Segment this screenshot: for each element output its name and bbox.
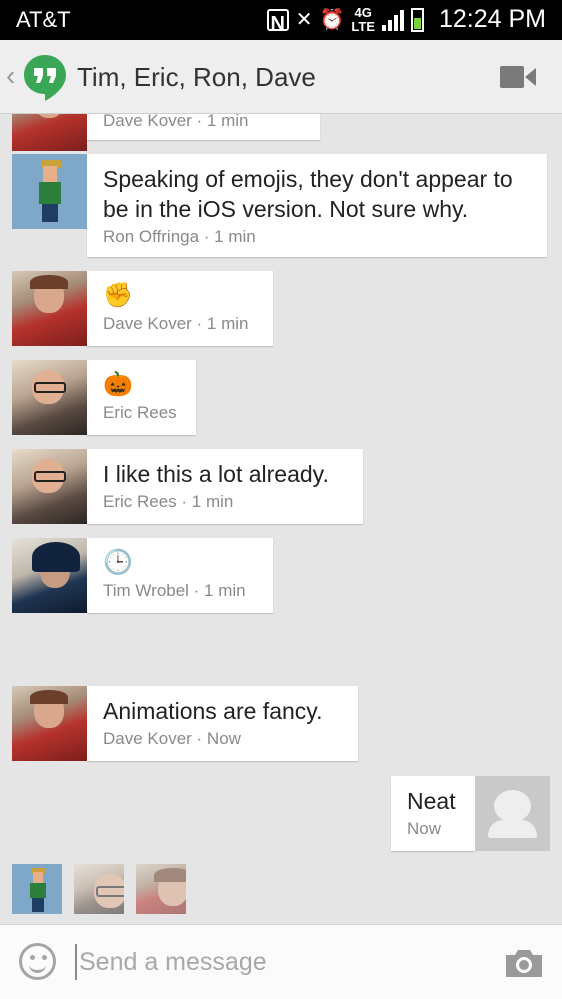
avatar[interactable] <box>12 449 87 524</box>
read-receipts <box>12 864 186 914</box>
compose-bar <box>0 924 562 999</box>
message-item: Animations are fancy. Dave Kover · Now <box>12 686 358 761</box>
avatar[interactable] <box>12 360 87 435</box>
alarm-icon: ⏰ <box>319 9 345 31</box>
message-bubble[interactable]: Speaking of emojis, they don't appear to… <box>87 154 547 257</box>
message-text: Neat <box>407 788 456 814</box>
message-bubble[interactable]: 🎃 Eric Rees <box>87 360 196 435</box>
message-item: Speaking of emojis, they don't appear to… <box>12 154 547 257</box>
message-item: 🎃 Eric Rees <box>12 360 196 435</box>
hangouts-logo[interactable] <box>22 53 68 103</box>
avatar[interactable] <box>12 114 87 151</box>
conversation-list[interactable]: Dave Kover · 1 min Speaking of emojis, t… <box>0 114 562 924</box>
signal-icon <box>382 9 404 31</box>
message-meta: Eric Rees <box>103 403 177 422</box>
battery-icon <box>411 8 424 32</box>
message-item: I like this a lot already. Eric Rees · 1… <box>12 449 363 524</box>
read-avatar-eric <box>74 864 124 914</box>
message-bubble[interactable]: Dave Kover · 1 min <box>87 114 320 140</box>
clock-emoji: 🕒 <box>103 549 133 576</box>
raised-fist-emoji: ✊ <box>103 282 133 309</box>
message-item-outgoing: Neat Now <box>391 776 550 851</box>
message-bubble[interactable]: ✊ Dave Kover · 1 min <box>87 271 273 346</box>
message-meta: Dave Kover · 1 min <box>103 314 249 333</box>
conversation-title[interactable]: Tim, Eric, Ron, Dave <box>77 62 316 93</box>
message-bubble[interactable]: 🕒 Tim Wrobel · 1 min <box>87 538 273 613</box>
message-bubble[interactable]: Animations are fancy. Dave Kover · Now <box>87 686 358 761</box>
message-meta: Now <box>407 819 442 838</box>
message-bubble[interactable]: Neat Now <box>391 776 475 851</box>
mute-icon: ✕ <box>295 9 313 31</box>
lte-icon: 4G LTE <box>351 5 375 34</box>
status-bar: AT&T N ✕ ⏰ 4G LTE 12:24 PM <box>0 0 562 40</box>
clock: 12:24 PM <box>438 5 546 33</box>
emoji-picker-icon[interactable] <box>19 943 56 980</box>
message-bubble[interactable]: I like this a lot already. Eric Rees · 1… <box>87 449 363 524</box>
action-bar: ‹ Tim, Eric, Ron, Dave <box>0 40 562 114</box>
back-icon[interactable]: ‹ <box>6 60 15 92</box>
my-avatar[interactable] <box>475 776 550 851</box>
avatar[interactable] <box>12 538 87 613</box>
avatar[interactable] <box>12 686 87 761</box>
message-meta: Dave Kover · 1 min <box>103 114 249 130</box>
read-avatar-dave <box>136 864 186 914</box>
message-meta: Eric Rees · 1 min <box>103 492 234 511</box>
message-text: Animations are fancy. <box>103 698 323 724</box>
message-meta: Tim Wrobel · 1 min <box>103 581 246 600</box>
jack-o-lantern-emoji: 🎃 <box>103 371 133 398</box>
avatar[interactable] <box>12 271 87 346</box>
message-item: 🕒 Tim Wrobel · 1 min <box>12 538 273 613</box>
message-item: ✊ Dave Kover · 1 min <box>12 271 273 346</box>
message-text: Speaking of emojis, they don't appear to… <box>103 166 513 222</box>
message-meta: Ron Offringa · 1 min <box>103 227 256 246</box>
video-call-icon[interactable] <box>500 66 536 88</box>
avatar[interactable] <box>12 154 87 229</box>
status-icons: N ✕ ⏰ 4G LTE <box>266 5 424 35</box>
camera-icon[interactable] <box>504 947 544 979</box>
message-item: Dave Kover · 1 min <box>12 114 320 151</box>
read-avatar-ron <box>12 864 62 914</box>
nfc-icon: N <box>266 9 289 35</box>
message-input[interactable] <box>75 944 475 980</box>
message-meta: Dave Kover · Now <box>103 729 241 748</box>
carrier-label: AT&T <box>16 7 71 32</box>
message-text: I like this a lot already. <box>103 461 329 487</box>
